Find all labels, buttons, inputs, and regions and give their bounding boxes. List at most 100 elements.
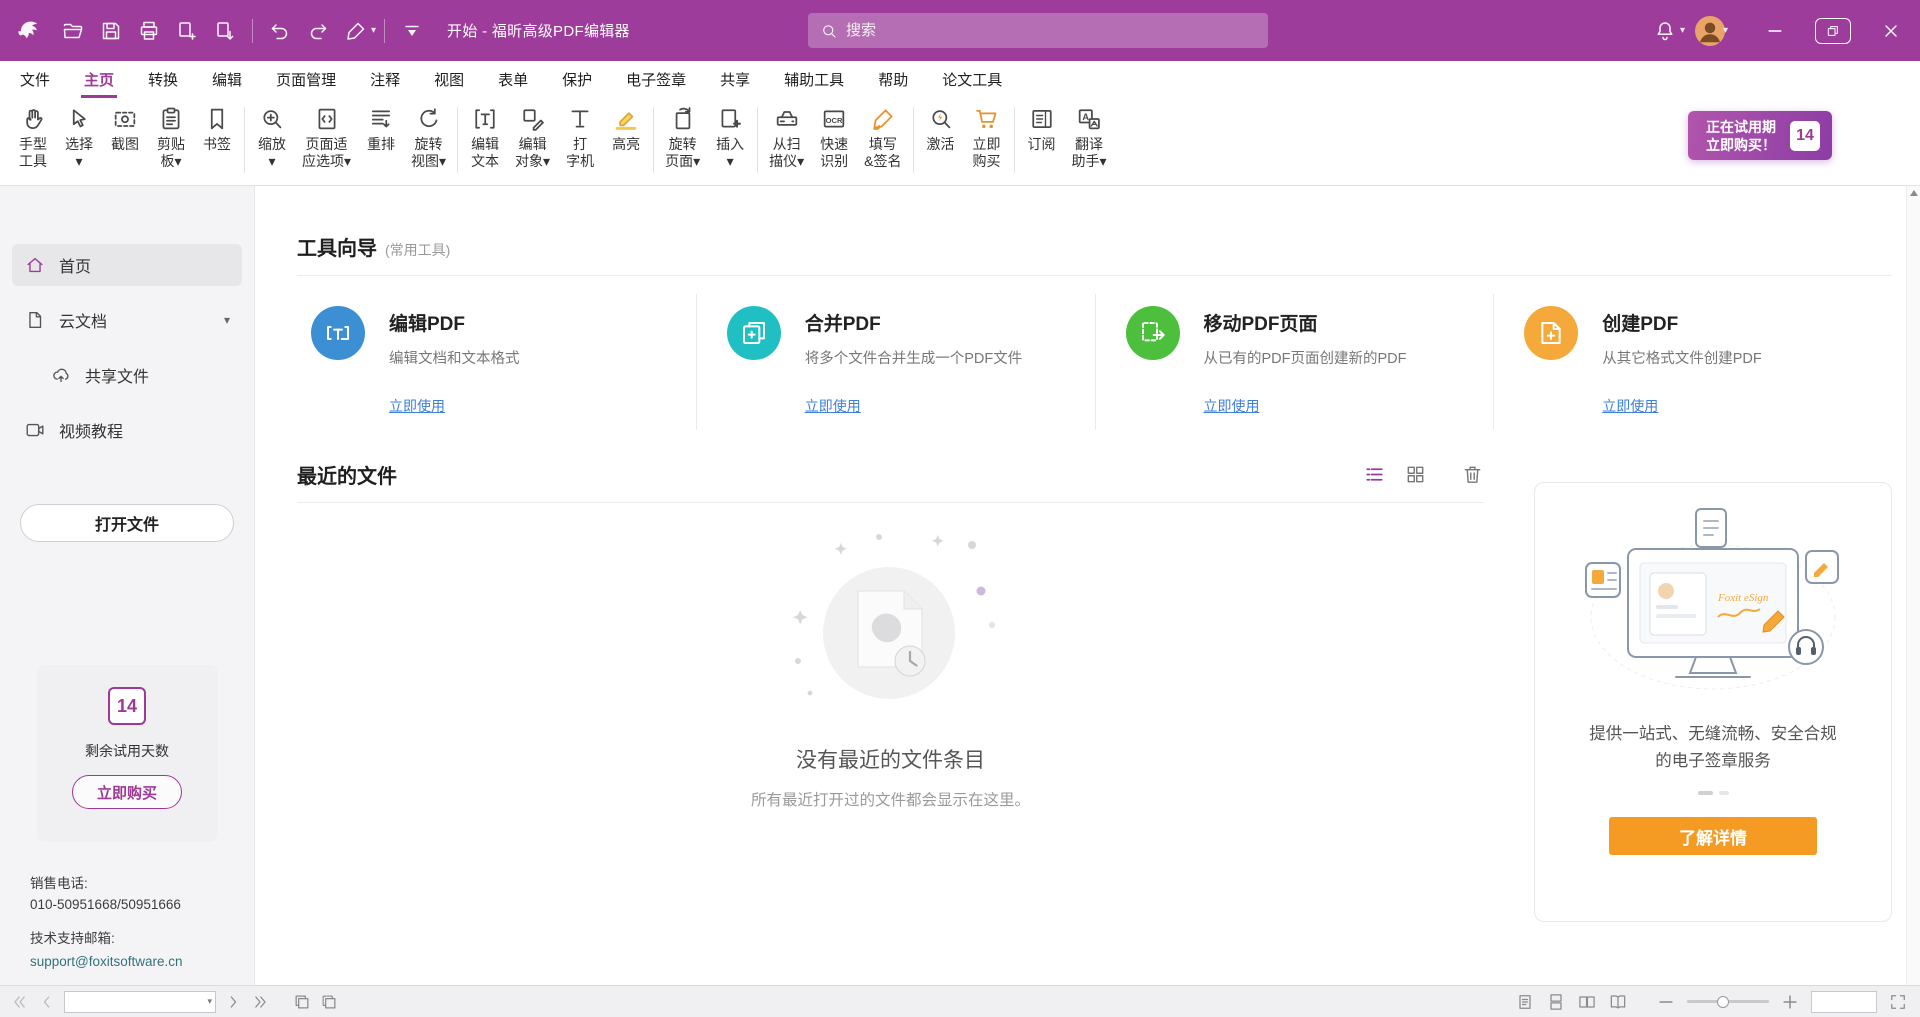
zoom-slider-thumb[interactable] [1717, 996, 1729, 1008]
content-scrollbar[interactable] [1906, 186, 1920, 985]
promo-dot-active[interactable] [1698, 791, 1713, 795]
redo-icon[interactable] [306, 19, 330, 43]
page-number-input[interactable] [71, 994, 207, 1009]
ribbon-tool-buy-now[interactable]: 立即购买 [964, 103, 1010, 172]
sidebar-item-shared-files[interactable]: 共享文件 [38, 354, 242, 396]
ribbon-tool-edit-object[interactable]: 编辑对象▾ [508, 103, 557, 172]
learn-more-button[interactable]: 了解详情 [1609, 817, 1817, 855]
support-email-link[interactable]: support@foxitsoftware.cn [30, 952, 183, 973]
search-box[interactable] [808, 13, 1268, 48]
chevron-down-icon[interactable]: ▾ [1680, 25, 1685, 36]
share-doc-icon[interactable] [213, 19, 237, 43]
print-icon[interactable] [137, 19, 161, 43]
zoom-in-icon[interactable] [1780, 992, 1800, 1012]
ribbon-tool-rotate-pages[interactable]: 旋转页面▾ [658, 103, 707, 172]
ribbon-tool-clipboard[interactable]: 剪贴板▾ [148, 103, 194, 172]
ribbon-tool-quick-ocr[interactable]: OCR快速识别 [811, 103, 857, 172]
zoom-out-icon[interactable] [1656, 992, 1676, 1012]
continuous-view-icon[interactable] [1546, 992, 1566, 1012]
chevron-down-icon[interactable]: ▾ [207, 996, 212, 1007]
ribbon-tool-insert[interactable]: 插入▾ [707, 103, 753, 172]
sign-pen-icon[interactable] [344, 19, 368, 43]
ribbon-tool-translate-assistant[interactable]: A翻译助手▾ [1065, 103, 1114, 172]
ribbon-tool-select[interactable]: 选择▾ [56, 103, 102, 172]
single-page-view-icon[interactable] [1515, 992, 1535, 1012]
snapshot-pages-icon[interactable] [292, 992, 312, 1012]
buy-now-button[interactable]: 立即购买 [72, 775, 182, 809]
chevron-down-icon[interactable]: ▾ [224, 313, 230, 327]
search-input[interactable] [846, 22, 1256, 39]
video-icon [24, 419, 46, 441]
facing-view-icon[interactable] [1577, 992, 1597, 1012]
ribbon-tool-reflow[interactable]: 重排 [358, 103, 404, 155]
copy-pages-icon[interactable] [319, 992, 339, 1012]
menu-item-8[interactable]: 保护 [562, 61, 592, 98]
list-view-icon[interactable] [1363, 463, 1386, 486]
ribbon-tool-page-fit-options[interactable]: 页面适应选项▾ [295, 103, 358, 172]
sales-label: 销售电话: [30, 874, 183, 895]
clear-recent-trash-icon[interactable] [1461, 463, 1484, 486]
card-use-now-link[interactable]: 立即使用 [1204, 396, 1260, 416]
chevron-down-icon[interactable]: ▾ [371, 25, 376, 36]
notifications-bell-icon[interactable] [1653, 19, 1677, 43]
ribbon-tool-fill-sign[interactable]: 填写&签名 [857, 103, 908, 172]
close-button[interactable] [1862, 0, 1920, 61]
menu-item-1[interactable]: 主页 [84, 61, 114, 98]
ribbon-tool-highlight[interactable]: 高亮 [603, 103, 649, 155]
sidebar-item-video-tutorials[interactable]: 视频教程 [12, 409, 242, 451]
menu-item-9[interactable]: 电子签章 [626, 61, 686, 98]
sidebar-item-home[interactable]: 首页 [12, 244, 242, 286]
menu-item-2[interactable]: 转换 [148, 61, 178, 98]
menu-item-13[interactable]: 论文工具 [942, 61, 1002, 98]
card-use-now-link[interactable]: 立即使用 [389, 396, 445, 416]
card-use-now-link[interactable]: 立即使用 [805, 396, 861, 416]
menu-item-5[interactable]: 注释 [370, 61, 400, 98]
ribbon-tool-activate[interactable]: 激活 [918, 103, 964, 155]
ribbon-tool-rotate-view[interactable]: 旋转视图▾ [404, 103, 453, 172]
hide-ribbon-icon[interactable] [400, 19, 424, 43]
menu-item-4[interactable]: 页面管理 [276, 61, 336, 98]
menu-item-11[interactable]: 辅助工具 [784, 61, 844, 98]
chevron-down-icon[interactable]: ▾ [1723, 25, 1728, 36]
card-use-now-link[interactable]: 立即使用 [1602, 396, 1658, 416]
ribbon-tool-hand-tool[interactable]: 手型工具 [10, 103, 56, 172]
export-doc-icon[interactable] [175, 19, 199, 43]
ribbon-tool-bookmark[interactable]: 书签 [194, 103, 240, 155]
menu-item-6[interactable]: 视图 [434, 61, 464, 98]
menu-item-10[interactable]: 共享 [720, 61, 750, 98]
ribbon-tool-typewriter[interactable]: 打字机 [557, 103, 603, 172]
open-file-button[interactable]: 打开文件 [20, 504, 234, 542]
last-page-icon[interactable] [250, 992, 270, 1012]
book-view-icon[interactable] [1608, 992, 1628, 1012]
ribbon-tool-zoom[interactable]: 缩放▾ [249, 103, 295, 172]
window-title: 开始 - 福昕高级PDF编辑器 [447, 20, 630, 41]
fullscreen-icon[interactable] [1888, 992, 1908, 1012]
undo-icon[interactable] [268, 19, 292, 43]
page-number-box[interactable]: ▾ [64, 991, 216, 1013]
promo-dot[interactable] [1719, 791, 1729, 795]
save-icon[interactable] [99, 19, 123, 43]
previous-page-icon[interactable] [37, 992, 57, 1012]
open-file-icon[interactable] [61, 19, 85, 43]
ribbon-tool-edit-text[interactable]: 编辑文本 [462, 103, 508, 172]
user-avatar[interactable] [1695, 16, 1725, 46]
next-page-icon[interactable] [223, 992, 243, 1012]
zoom-slider[interactable] [1687, 1000, 1769, 1003]
zoom-level-box[interactable] [1811, 991, 1877, 1013]
grid-view-icon[interactable] [1404, 463, 1427, 486]
zoom-level-input[interactable] [1816, 994, 1872, 1009]
menu-item-12[interactable]: 帮助 [878, 61, 908, 98]
scroll-up-arrow-icon[interactable] [1910, 190, 1918, 196]
menu-item-3[interactable]: 编辑 [212, 61, 242, 98]
ribbon-tool-from-scanner[interactable]: 从扫描仪▾ [762, 103, 811, 172]
sidebar-item-cloud-docs[interactable]: 云文档▾ [12, 299, 242, 341]
status-bar: ▾ [0, 985, 1920, 1017]
ribbon-tool-subscribe[interactable]: 订阅 [1019, 103, 1065, 155]
menu-item-7[interactable]: 表单 [498, 61, 528, 98]
minimize-button[interactable] [1746, 0, 1804, 61]
restore-button[interactable] [1804, 0, 1862, 61]
first-page-icon[interactable] [10, 992, 30, 1012]
menu-item-0[interactable]: 文件 [20, 61, 50, 98]
trial-upgrade-badge[interactable]: 正在试用期 立即购买！ 14 [1688, 111, 1832, 160]
ribbon-tool-snapshot[interactable]: 截图 [102, 103, 148, 155]
